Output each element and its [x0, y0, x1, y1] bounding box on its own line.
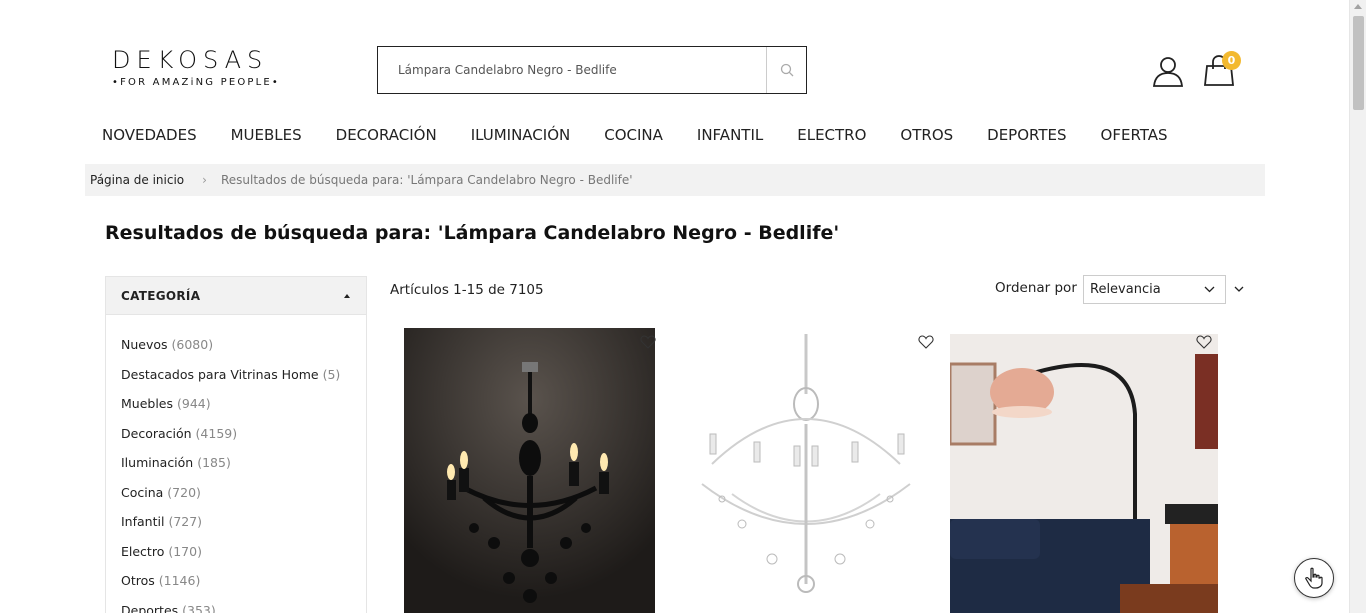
category-count: (727) — [168, 514, 203, 529]
search-icon — [780, 63, 793, 77]
sort-label: Ordenar por — [995, 280, 1077, 296]
results-count: Artículos 1-15 de 7105 — [390, 282, 544, 298]
product-image-arc-floor-lamp[interactable] — [950, 334, 1218, 613]
page-scrollbar[interactable] — [1349, 0, 1366, 613]
category-item-infantil[interactable]: Infantil (727) — [121, 514, 366, 544]
nav-item-otros[interactable]: OTROS — [883, 124, 970, 148]
heart-icon[interactable] — [640, 335, 656, 349]
category-count: (1146) — [158, 573, 201, 588]
breadcrumb-home-link[interactable]: Página de inicio — [90, 173, 184, 187]
product-image-black-chandelier[interactable] — [404, 328, 655, 613]
hand-pointer-icon — [1305, 567, 1323, 589]
category-count: (5) — [322, 366, 341, 382]
nav-item-electro[interactable]: ELECTRO — [780, 124, 883, 148]
category-label: Deportes — [121, 602, 179, 613]
breadcrumb-current: Resultados de búsqueda para: 'Lámpara Ca… — [220, 173, 633, 187]
search-bar — [377, 46, 807, 94]
product-photo — [950, 334, 1218, 613]
logo-wordmark: DEKOSAS — [112, 46, 269, 74]
site-logo[interactable]: DEKOSAS •FOR AMAZiNG PEOPLE• — [112, 46, 292, 94]
category-filter: CATEGORÍA Nuevos (6080) Destacados para … — [105, 276, 367, 613]
category-item-iluminacion[interactable]: Iluminación (185) — [121, 455, 366, 485]
category-item-otros[interactable]: Otros (1146) — [121, 573, 366, 603]
nav-item-novedades[interactable]: NOVEDADES — [85, 124, 214, 148]
user-icon — [1153, 57, 1183, 87]
sort-select[interactable]: Relevancia — [1083, 275, 1226, 304]
category-label: Cocina — [121, 484, 164, 500]
category-count: (185) — [197, 455, 231, 470]
caret-up-icon — [344, 293, 350, 298]
category-item-destacados[interactable]: Destacados para Vitrinas Home (5) — [121, 367, 366, 397]
category-count: (353) — [182, 602, 216, 613]
category-label: Iluminación — [121, 455, 194, 470]
sort-direction-icon[interactable] — [1233, 283, 1245, 295]
category-list: Nuevos (6080) Destacados para Vitrinas H… — [106, 315, 366, 613]
chevron-down-icon — [1204, 286, 1215, 293]
category-item-nuevos[interactable]: Nuevos (6080) — [121, 337, 366, 367]
accessibility-button[interactable] — [1294, 558, 1334, 598]
nav-item-cocina[interactable]: COCINA — [587, 124, 680, 148]
category-filter-title: CATEGORÍA — [121, 288, 201, 303]
category-count: (720) — [167, 484, 201, 500]
nav-item-infantil[interactable]: INFANTIL — [680, 124, 780, 148]
heart-icon[interactable] — [1196, 335, 1212, 349]
nav-item-iluminacion[interactable]: ILUMINACIÓN — [454, 124, 588, 148]
category-count: (4159) — [195, 425, 238, 441]
category-label: Otros — [121, 573, 155, 588]
category-label: Decoración — [121, 425, 192, 441]
nav-item-decoracion[interactable]: DECORACIÓN — [319, 124, 454, 148]
heart-icon[interactable] — [918, 335, 934, 349]
breadcrumb-separator: › — [202, 173, 207, 187]
logo-tagline: •FOR AMAZiNG PEOPLE• — [112, 77, 281, 88]
category-item-deportes[interactable]: Deportes (353) — [121, 603, 366, 613]
nav-item-muebles[interactable]: MUEBLES — [214, 124, 319, 148]
category-count: (944) — [177, 396, 211, 411]
scroll-up-arrow[interactable] — [1354, 4, 1362, 9]
category-label: Muebles — [121, 396, 174, 411]
category-count: (170) — [168, 543, 202, 559]
category-item-decoracion[interactable]: Decoración (4159) — [121, 426, 366, 456]
category-item-muebles[interactable]: Muebles (944) — [121, 396, 366, 426]
scrollbar-thumb[interactable] — [1353, 16, 1364, 110]
product-photo — [682, 334, 930, 613]
nav-item-deportes[interactable]: DEPORTES — [970, 124, 1083, 148]
page-title: Resultados de búsqueda para: 'Lámpara Ca… — [105, 222, 840, 244]
main-nav: NOVEDADES MUEBLES DECORACIÓN ILUMINACIÓN… — [85, 124, 1185, 148]
product-photo — [404, 328, 655, 613]
category-label: Electro — [121, 543, 165, 559]
category-count: (6080) — [171, 337, 214, 352]
category-filter-toggle[interactable]: CATEGORÍA — [106, 277, 366, 315]
sort-select-value: Relevancia — [1090, 282, 1161, 297]
cart-count-badge: 0 — [1222, 51, 1241, 70]
nav-item-ofertas[interactable]: OFERTAS — [1084, 124, 1185, 148]
search-button[interactable] — [766, 47, 806, 93]
account-button[interactable] — [1152, 55, 1184, 87]
category-item-cocina[interactable]: Cocina (720) — [121, 485, 366, 515]
category-label: Nuevos — [121, 337, 168, 352]
search-input[interactable] — [378, 47, 766, 93]
category-label: Destacados para Vitrinas Home — [121, 366, 319, 382]
category-label: Infantil — [121, 514, 165, 529]
breadcrumb: Página de inicio › Resultados de búsqued… — [85, 164, 1265, 196]
product-image-crystal-chandelier[interactable] — [682, 334, 930, 613]
category-item-electro[interactable]: Electro (170) — [121, 544, 366, 574]
